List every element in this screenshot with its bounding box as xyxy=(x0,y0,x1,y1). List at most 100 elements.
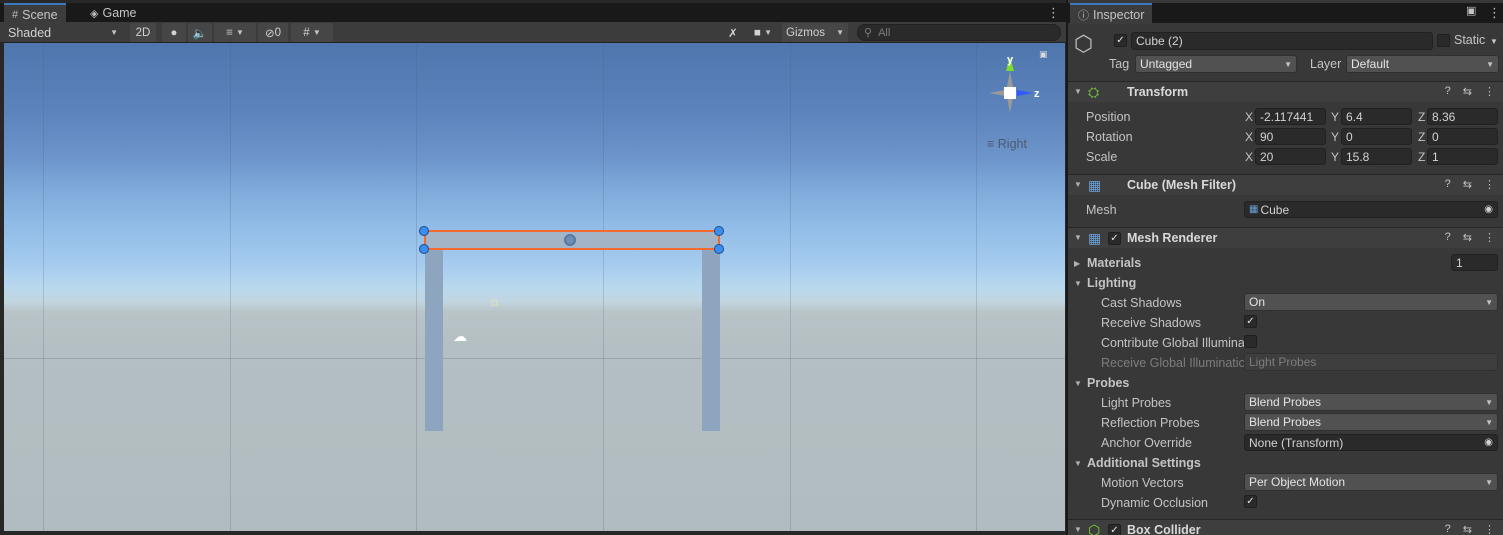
grid-snap-dropdown[interactable]: # ▼ xyxy=(291,23,333,42)
reflection-probes-label: Reflection Probes xyxy=(1101,416,1200,430)
orientation-gizmo[interactable]: z y ▣ ≡ Right xyxy=(981,49,1051,155)
tools-button[interactable]: ✗ xyxy=(722,23,744,42)
scene-menu-icon[interactable]: ⋮ xyxy=(1047,6,1060,19)
z-axis-label: Z xyxy=(1418,130,1426,144)
mesh-object-field[interactable]: ▦ Cube ◉ xyxy=(1244,201,1498,218)
rect-handle[interactable] xyxy=(714,226,724,236)
component-menu-icon[interactable]: ⋮ xyxy=(1484,178,1495,191)
rotation-y-field[interactable]: 0 xyxy=(1341,128,1412,145)
foldout-arrow-icon[interactable]: ▼ xyxy=(1074,279,1082,288)
foldout-arrow-icon[interactable]: ▼ xyxy=(1074,459,1082,468)
reflection-probes-dropdown[interactable]: Blend Probes ▼ xyxy=(1244,413,1498,431)
position-z-field[interactable]: 8.36 xyxy=(1427,108,1498,125)
position-x-field[interactable]: -2.117441 xyxy=(1255,108,1326,125)
info-icon: ⓘ xyxy=(1078,9,1089,22)
2d-toggle-button[interactable]: 2D xyxy=(130,23,156,42)
component-menu-icon[interactable]: ⋮ xyxy=(1484,523,1495,535)
scene-search-input[interactable]: ⚲ All xyxy=(857,24,1061,41)
chevron-down-icon[interactable]: ▼ xyxy=(1490,37,1498,46)
help-icon[interactable]: ? xyxy=(1445,85,1451,98)
rect-handle[interactable] xyxy=(419,226,429,236)
layers-icon: ≡ xyxy=(226,26,233,39)
lock-icon[interactable]: ▣ xyxy=(1039,49,1048,60)
camera-dropdown[interactable]: ■ ▼ xyxy=(748,23,778,42)
sun-icon[interactable]: ☼ xyxy=(488,293,501,309)
presets-icon[interactable]: ⇆ xyxy=(1463,523,1472,535)
audio-toggle-button[interactable]: 🔈 xyxy=(188,23,212,42)
contribute-gi-checkbox[interactable] xyxy=(1244,335,1257,348)
receive-shadows-label: Receive Shadows xyxy=(1101,316,1202,330)
rotation-x-field[interactable]: 90 xyxy=(1255,128,1326,145)
receive-shadows-checkbox[interactable]: ✓ xyxy=(1244,315,1257,328)
mesh-filter-header[interactable]: ▼ ▦ Cube (Mesh Filter) ? ⇆ ⋮ xyxy=(1068,174,1503,195)
cloud-icon[interactable]: ☁ xyxy=(453,328,467,345)
foldout-arrow-icon[interactable]: ▶ xyxy=(1074,259,1080,268)
pivot-handle[interactable] xyxy=(564,234,576,246)
scale-x-field[interactable]: 20 xyxy=(1255,148,1326,165)
inspector-panel: ⓘ Inspector ▣ ⋮ ⬡ ✓ Cube (2) Static ▼ Ta… xyxy=(1068,0,1503,535)
additional-settings-label[interactable]: Additional Settings xyxy=(1087,456,1201,470)
grid-icon: # xyxy=(303,26,310,39)
foldout-arrow-icon: ▼ xyxy=(1074,233,1082,242)
motion-vectors-dropdown[interactable]: Per Object Motion ▼ xyxy=(1244,473,1498,491)
y-axis-label: Y xyxy=(1331,110,1340,124)
view-orientation-label[interactable]: ≡ Right xyxy=(987,137,1027,151)
rotation-z-field[interactable]: 0 xyxy=(1427,128,1498,145)
tab-game[interactable]: ◈ Game xyxy=(82,3,145,23)
2d-label: 2D xyxy=(135,26,151,39)
presets-icon[interactable]: ⇆ xyxy=(1463,178,1472,191)
motion-vectors-label: Motion Vectors xyxy=(1101,476,1184,490)
cast-shadows-dropdown[interactable]: On ▼ xyxy=(1244,293,1498,311)
help-icon[interactable]: ? xyxy=(1445,178,1451,191)
presets-icon[interactable]: ⇆ xyxy=(1463,231,1472,244)
help-icon[interactable]: ? xyxy=(1445,523,1451,535)
shading-mode-dropdown[interactable]: Shaded ▼ xyxy=(4,23,124,42)
materials-label[interactable]: Materials xyxy=(1087,256,1141,270)
object-picker-icon[interactable]: ◉ xyxy=(1484,437,1493,448)
transform-header[interactable]: ▼ ⛭ Transform ? ⇆ ⋮ xyxy=(1068,81,1503,102)
layer-dropdown[interactable]: Default ▼ xyxy=(1346,55,1499,73)
foldout-arrow-icon: ▼ xyxy=(1074,525,1082,534)
box-collider-header[interactable]: ▼ ⬡ ✓ Box Collider ? ⇆ ⋮ xyxy=(1068,519,1503,535)
lighting-toggle-button[interactable]: ● xyxy=(162,23,186,42)
scale-z-field[interactable]: 1 xyxy=(1427,148,1498,165)
mesh-renderer-header[interactable]: ▼ ▦ ✓ Mesh Renderer ? ⇆ ⋮ xyxy=(1068,227,1503,248)
tab-inspector[interactable]: ⓘ Inspector xyxy=(1070,3,1153,24)
dynamic-occlusion-checkbox[interactable]: ✓ xyxy=(1244,495,1257,508)
rect-handle[interactable] xyxy=(419,244,429,254)
speaker-icon: 🔈 xyxy=(192,27,208,40)
materials-count-field[interactable]: 1 xyxy=(1451,254,1498,271)
lock-icon[interactable]: ▣ xyxy=(1466,6,1476,17)
effects-dropdown[interactable]: ≡ ▼ xyxy=(214,23,256,42)
tab-scene[interactable]: # Scene xyxy=(4,3,66,24)
tag-dropdown[interactable]: Untagged ▼ xyxy=(1135,55,1297,73)
light-probes-dropdown[interactable]: Blend Probes ▼ xyxy=(1244,393,1498,411)
position-y-field[interactable]: 6.4 xyxy=(1341,108,1412,125)
box-collider-enabled-checkbox[interactable]: ✓ xyxy=(1108,524,1121,535)
component-menu-icon[interactable]: ⋮ xyxy=(1484,85,1495,98)
anchor-override-field[interactable]: None (Transform) ◉ xyxy=(1244,434,1498,451)
help-icon[interactable]: ? xyxy=(1445,231,1451,244)
scale-y-field[interactable]: 15.8 xyxy=(1341,148,1412,165)
z-axis-label: Z xyxy=(1418,150,1426,164)
hidden-objects-button[interactable]: ⊘ 0 xyxy=(258,23,288,42)
foldout-arrow-icon[interactable]: ▼ xyxy=(1074,379,1082,388)
presets-icon[interactable]: ⇆ xyxy=(1463,85,1472,98)
gizmos-dropdown[interactable]: Gizmos ▼ xyxy=(782,23,848,42)
mesh-renderer-enabled-checkbox[interactable]: ✓ xyxy=(1108,232,1121,245)
lighting-label[interactable]: Lighting xyxy=(1087,276,1136,290)
cast-shadows-label: Cast Shadows xyxy=(1101,296,1182,310)
component-menu-icon[interactable]: ⋮ xyxy=(1484,231,1495,244)
rect-handle[interactable] xyxy=(714,244,724,254)
scene-viewport[interactable]: ☼ ☁ z y ▣ ≡ Right xyxy=(4,43,1065,531)
active-checkbox[interactable]: ✓ xyxy=(1114,34,1127,47)
static-checkbox[interactable] xyxy=(1437,34,1450,47)
inspector-menu-icon[interactable]: ⋮ xyxy=(1488,6,1501,19)
object-picker-icon[interactable]: ◉ xyxy=(1484,204,1493,215)
lightbulb-icon: ● xyxy=(170,26,178,39)
object-name-field[interactable]: Cube (2) xyxy=(1131,32,1433,50)
probes-label[interactable]: Probes xyxy=(1087,376,1129,390)
light-probes-label: Light Probes xyxy=(1101,396,1172,410)
left-leg-object[interactable] xyxy=(425,249,443,431)
right-leg-object[interactable] xyxy=(702,249,720,431)
